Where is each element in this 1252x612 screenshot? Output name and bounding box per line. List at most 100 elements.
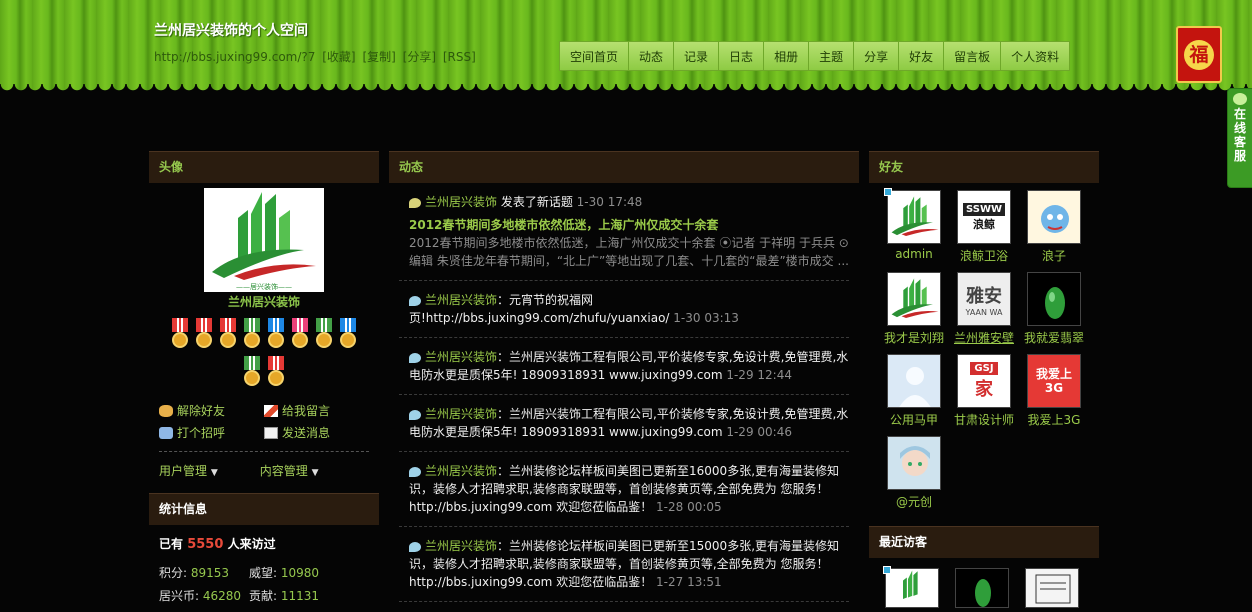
friend-item[interactable]: admin [879,188,949,264]
space-url-bar: http://bbs.juxing99.com/?7 [收藏] [复制] [分享… [154,48,479,65]
friend-name[interactable]: admin [879,247,949,261]
friend-avatar[interactable] [887,190,941,244]
nav-blog[interactable]: 日志 [719,41,765,71]
profile-username[interactable]: 兰州居兴装饰 [149,293,379,310]
friend-name[interactable]: 浪子 [1019,247,1089,264]
nav-guestbook[interactable]: 留言板 [944,41,1002,71]
right-column: 好友 admin SSWW 浪鲸 浪鲸卫浴 浪子 我才是刘翔 雅安 YAAN W… [869,151,1099,608]
friend-name[interactable]: 我就爱翡翠 [1019,329,1089,346]
medal-icon[interactable] [314,318,334,352]
send-message-button[interactable]: 发送消息 [264,424,369,441]
remove-friend-button[interactable]: 解除好友 [159,402,264,419]
favorite-link[interactable]: [收藏] [322,50,355,64]
friend-item[interactable]: 公用马甲 [879,352,949,428]
share-link[interactable]: [分享] [403,50,436,64]
friend-item[interactable]: 我就爱翡翠 [1019,270,1089,346]
feed-user-link[interactable]: 兰州居兴装饰 [425,195,497,209]
nav-friends[interactable]: 好友 [899,41,945,71]
friend-avatar[interactable] [887,354,941,408]
feed-user-link[interactable]: 兰州居兴装饰 [425,350,497,364]
recent-visitors-section: 最近访客 [869,526,1099,608]
medal-icon[interactable] [242,318,262,352]
rss-link[interactable]: [RSS] [443,50,476,64]
greet-button[interactable]: 打个招呼 [159,424,264,441]
nav-profile[interactable]: 个人资料 [1001,41,1071,71]
friend-item[interactable]: 雅安 YAAN WA 兰州雅安壁 [949,270,1019,346]
nav-records[interactable]: 记录 [674,41,720,71]
greet-icon [159,426,173,439]
stat-prestige: 威望: 10980 [249,566,320,580]
space-url[interactable]: http://bbs.juxing99.com/?7 [154,50,315,64]
friend-item[interactable]: GSJ 家 甘肃设计师 [949,352,1019,428]
feed-section-title: 动态 [389,151,859,183]
space-title[interactable]: 兰州居兴装饰的个人空间 [154,20,308,40]
profile-actions: 解除好友 给我留言 打个招呼 发送消息 [159,402,369,441]
medal-icon[interactable] [170,318,190,352]
friend-item[interactable]: SSWW 浪鲸 浪鲸卫浴 [949,188,1019,264]
friend-avatar[interactable] [1027,190,1081,244]
nav-home[interactable]: 空间首页 [559,41,630,71]
medal-icon[interactable] [218,318,238,352]
friend-name[interactable]: @元创 [879,493,949,510]
friend-name[interactable]: 兰州雅安壁 [949,329,1019,346]
medal-icon[interactable] [242,356,262,390]
leave-message-button[interactable]: 给我留言 [264,402,369,419]
friend-name[interactable]: 我才是刘翔 [879,329,949,346]
online-service-tab[interactable]: 在线客服 [1227,88,1252,188]
friend-avatar[interactable]: 我爱上3G [1027,354,1081,408]
nav-album[interactable]: 相册 [764,41,810,71]
friends-section-title: 好友 [869,151,1099,183]
friend-item[interactable]: 我爱上3G 我爱上3G [1019,352,1089,428]
medal-icon[interactable] [338,318,358,352]
status-icon [409,541,421,552]
status-icon [409,409,421,420]
friend-grid: admin SSWW 浪鲸 浪鲸卫浴 浪子 我才是刘翔 雅安 YAAN WA 兰… [879,188,1099,516]
medal-icon[interactable] [266,318,286,352]
feed-user-link[interactable]: 兰州居兴装饰 [425,464,497,478]
text-badge-icon [1035,574,1071,604]
friend-avatar[interactable] [1027,272,1081,326]
nav-feed[interactable]: 动态 [629,41,675,71]
friend-avatar[interactable]: GSJ 家 [957,354,1011,408]
medal-icon[interactable] [290,318,310,352]
stat-points: 积分: 89153 [159,566,230,580]
friend-avatar[interactable]: 雅安 YAAN WA [957,272,1011,326]
user-manage-dropdown[interactable]: 用户管理 ▼ [159,462,218,479]
feed-user-link[interactable]: 兰州居兴装饰 [425,539,497,553]
friend-name[interactable]: 公用马甲 [879,411,949,428]
medal-icon[interactable] [266,356,286,390]
recent-visitors-title: 最近访客 [869,526,1099,558]
topic-title-link[interactable]: 2012春节期间多地楼市依然低迷，上海广州仅成交十余套 [409,216,849,234]
content-manage-dropdown[interactable]: 内容管理 ▼ [260,462,319,479]
feed-user-link[interactable]: 兰州居兴装饰 [425,407,497,421]
envelope-icon [264,426,278,439]
nav-share[interactable]: 分享 [854,41,900,71]
fu-charm-icon[interactable]: 福 [1176,26,1222,83]
friend-item[interactable]: 我才是刘翔 [879,270,949,346]
feed-user-link[interactable]: 兰州居兴装饰 [425,293,497,307]
medal-icon[interactable] [194,318,214,352]
pencil-icon [264,404,278,417]
avatar[interactable]: ——居兴装饰—— [204,188,324,292]
feed-column: 动态 兰州居兴装饰 发表了新话题 1-30 17:48 2012春节期间多地楼市… [389,151,859,602]
friend-item[interactable]: 浪子 [1019,188,1089,264]
juxing-logo-icon: ——居兴装饰—— [212,192,316,291]
visitor-avatar[interactable] [955,568,1009,608]
stat-coins: 居兴币: 46280 [159,589,242,603]
copy-link[interactable]: [复制] [362,50,395,64]
friend-name[interactable]: 我爱上3G [1019,411,1089,428]
visitor-avatar[interactable] [883,566,939,608]
juxing-logo-icon [891,278,939,318]
feed-item: 兰州居兴装饰：兰州居兴装饰工程有限公司,平价装修专家,免设计费,免管理费,水电防… [399,395,849,452]
chat-bubble-icon [1233,93,1247,105]
feed-item: 兰州居兴装饰：兰州装修论坛样板间美图已更新至15000多张,更有海量装修知识，装… [399,527,849,602]
friend-avatar[interactable]: SSWW 浪鲸 [957,190,1011,244]
friend-name[interactable]: 浪鲸卫浴 [949,247,1019,264]
friend-avatar[interactable] [887,436,941,490]
default-user-icon [899,367,931,407]
friend-avatar[interactable] [887,272,941,326]
visitor-avatar[interactable] [1025,568,1079,608]
friend-name[interactable]: 甘肃设计师 [949,411,1019,428]
nav-topics[interactable]: 主题 [809,41,855,71]
friend-item[interactable]: @元创 [879,434,949,510]
